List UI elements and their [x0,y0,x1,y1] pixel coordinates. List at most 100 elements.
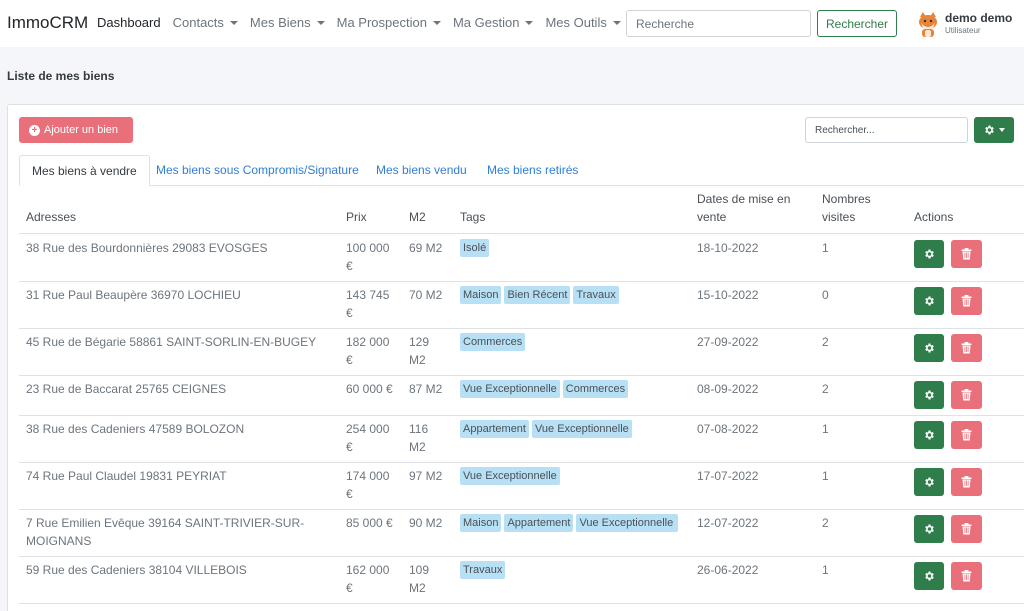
tag-badge: Vue Exceptionnelle [460,467,560,485]
trash-icon [961,429,972,441]
tab-vendu[interactable]: Mes biens vendu [376,155,467,186]
date-cell: 26-06-2022 [697,563,759,577]
settings-dropdown-button[interactable] [974,117,1014,143]
nav-mes-outils-label: Mes Outils [545,15,607,30]
address-cell: 38 Rue des Bourdonnières 29083 EVOSGES [26,241,268,255]
tag-badge: Maison [460,514,502,532]
edit-property-button[interactable] [914,468,944,496]
tab-retires[interactable]: Mes biens retirés [487,155,578,186]
header-price: Prix [346,210,367,224]
chevron-down-icon [525,21,534,25]
tab-compromis[interactable]: Mes biens sous Compromis/Signature [156,155,359,186]
date-cell: 18-10-2022 [697,241,759,255]
delete-property-button[interactable] [951,381,982,409]
tag-badge: Vue Exceptionnelle [576,514,679,532]
edit-property-button[interactable] [914,421,944,449]
tags-cell: Maison Bien Récent Travaux [460,286,686,304]
nav-mes-outils[interactable]: Mes Outils [545,15,621,30]
global-search-input[interactable] [626,10,811,37]
user-name[interactable]: demo demo [945,11,1012,25]
price-cell: 100 000 [346,241,390,255]
gear-icon [925,477,934,487]
plus-circle-icon: + [29,124,40,136]
delete-property-button[interactable] [951,562,982,590]
price-cell-currency: € [346,259,353,273]
gear-icon [985,125,994,135]
delete-property-button[interactable] [951,240,982,268]
date-cell: 27-09-2022 [697,335,759,349]
add-property-button[interactable]: + Ajouter un bien [19,117,133,143]
nav-contacts[interactable]: Contacts [173,15,238,30]
date-cell: 15-10-2022 [697,288,759,302]
tags-cell: Appartement Vue Exceptionnelle [460,420,686,438]
price-cell-currency: € [346,440,353,454]
area-cell: 70 M2 [409,288,443,302]
gear-icon [925,430,934,440]
row-divider [19,556,1024,557]
header-address: Adresses [26,210,77,224]
tags-cell: Vue Exceptionnelle [460,467,686,485]
row-divider [19,509,1024,510]
nav-ma-prospection[interactable]: Ma Prospection [337,15,441,30]
header-visits-line1: Nombres [822,192,871,206]
row-divider [19,603,1024,604]
gear-icon [925,296,934,306]
trash-icon [961,342,972,354]
chevron-down-icon [316,21,325,25]
area-cell: 90 M2 [409,516,443,530]
tag-badge: Appartement [504,514,574,532]
address-cell-line2: MOIGNANS [26,534,92,548]
nav-ma-gestion[interactable]: Ma Gestion [452,15,534,30]
edit-property-button[interactable] [914,562,944,590]
tag-badge: Bien Récent [504,286,571,304]
delete-property-button[interactable] [951,421,982,449]
nav-ma-gestion-label: Ma Gestion [452,15,520,30]
tags-cell: Travaux [460,561,686,579]
delete-property-button[interactable] [951,468,982,496]
nav-mes-biens[interactable]: Mes Biens [250,15,325,30]
tags-cell: Maison Appartement Vue Exceptionnelle [460,514,686,532]
price-cell-currency: € [346,487,353,501]
tags-cell: Vue Exceptionnelle Commerces [460,380,686,398]
delete-property-button[interactable] [951,515,982,543]
tags-cell: Isolé [460,239,686,257]
date-cell: 12-07-2022 [697,516,759,530]
price-cell-currency: € [346,353,353,367]
add-property-label: Ajouter un bien [44,124,118,136]
delete-property-button[interactable] [951,287,982,315]
row-divider [19,462,1024,463]
nav-dashboard-label: Dashboard [97,15,161,30]
row-divider [19,328,1024,329]
chevron-down-icon [229,21,238,25]
address-cell: 31 Rue Paul Beaupère 36970 LOCHIEU [26,288,241,302]
user-avatar[interactable] [916,11,940,37]
header-m2: M2 [409,210,426,224]
tab-a-vendre[interactable]: Mes biens à vendre [19,155,150,186]
global-search-button[interactable]: Rechercher [817,10,897,37]
table-search-input[interactable] [805,117,968,143]
app-brand[interactable]: ImmoCRM [7,13,88,33]
edit-property-button[interactable] [914,334,944,362]
edit-property-button[interactable] [914,381,944,409]
chevron-down-icon [612,21,621,25]
area-cell: 87 M2 [409,382,443,396]
date-cell: 07-08-2022 [697,422,759,436]
edit-property-button[interactable] [914,287,944,315]
row-divider [19,415,1024,416]
price-cell: 60 000 € [346,382,393,396]
date-cell: 17-07-2022 [697,469,759,483]
edit-property-button[interactable] [914,515,944,543]
address-cell: 59 Rue des Cadeniers 38104 VILLEBOIS [26,563,247,577]
visits-cell: 2 [822,516,829,530]
trash-icon [961,476,972,488]
area-cell: 97 M2 [409,469,443,483]
header-visits-line2: visites [822,210,856,224]
header-actions: Actions [914,210,954,224]
tag-badge: Travaux [460,561,506,579]
nav-dashboard[interactable]: Dashboard [97,15,161,30]
edit-property-button[interactable] [914,240,944,268]
chevron-down-icon [999,128,1005,132]
delete-property-button[interactable] [951,334,982,362]
trash-icon [961,389,972,401]
tag-badge: Vue Exceptionnelle [531,420,632,438]
